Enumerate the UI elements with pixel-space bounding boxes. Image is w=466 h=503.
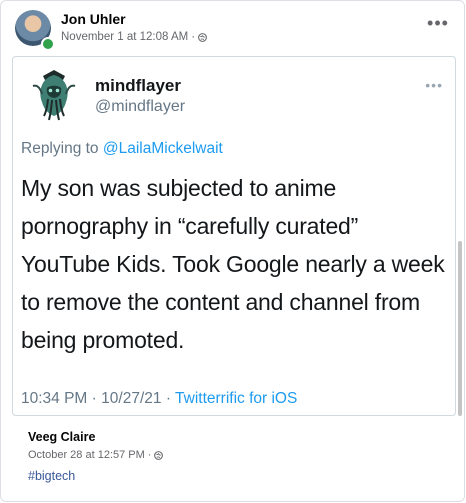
globe-icon xyxy=(198,32,207,42)
tweet-text: My son was subjected to anime pornograph… xyxy=(21,175,445,353)
replying-mention-link[interactable]: @LailaMickelwait xyxy=(103,140,223,157)
replying-to-line: Replying to @LailaMickelwait xyxy=(21,140,223,158)
replying-prefix: Replying to xyxy=(21,140,99,157)
tweet-source-link[interactable]: Twitterrific for iOS xyxy=(175,390,297,407)
meta-separator: · xyxy=(191,31,196,43)
comment-author-name[interactable]: Veeg Claire xyxy=(28,430,95,444)
post-meta: November 1 at 12:08 AM · xyxy=(61,31,207,43)
footer-separator-2: · xyxy=(165,390,171,407)
comment-meta: October 28 at 12:57 PM · xyxy=(28,449,164,461)
tweet-more-icon[interactable]: ••• xyxy=(425,77,443,93)
comment-timestamp[interactable]: October 28 at 12:57 PM xyxy=(28,449,145,461)
tweet-date[interactable]: 10/27/21 xyxy=(101,390,161,407)
tweet-author-avatar[interactable] xyxy=(25,66,83,124)
more-options-button[interactable]: ••• xyxy=(426,13,450,33)
globe-icon xyxy=(154,450,164,460)
online-status-indicator xyxy=(41,37,55,51)
mindflayer-avatar-image xyxy=(25,66,83,124)
comment-separator: · xyxy=(147,449,152,461)
post-timestamp[interactable]: November 1 at 12:08 AM xyxy=(61,31,188,43)
footer-separator: · xyxy=(91,390,97,407)
comment: Veeg Claire October 28 at 12:57 PM · #bi… xyxy=(22,420,442,488)
scrollbar[interactable] xyxy=(458,241,462,416)
post-author-name[interactable]: Jon Uhler xyxy=(61,11,126,27)
embedded-tweet[interactable]: mindflayer @mindflayer ••• Replying to @… xyxy=(12,56,456,416)
post-header: Jon Uhler November 1 at 12:08 AM · ••• xyxy=(1,1,464,53)
tweet-handle[interactable]: @mindflayer xyxy=(95,98,185,116)
hashtag-link[interactable]: #bigtech xyxy=(28,469,75,483)
more-horizontal-icon: ••• xyxy=(427,12,449,33)
tweet-display-name[interactable]: mindflayer xyxy=(95,76,181,96)
facebook-post-card: Jon Uhler November 1 at 12:08 AM · ••• m… xyxy=(0,0,465,502)
tweet-time[interactable]: 10:34 PM xyxy=(21,390,87,407)
tweet-footer: 10:34 PM · 10/27/21 · Twitterrific for i… xyxy=(21,390,297,408)
